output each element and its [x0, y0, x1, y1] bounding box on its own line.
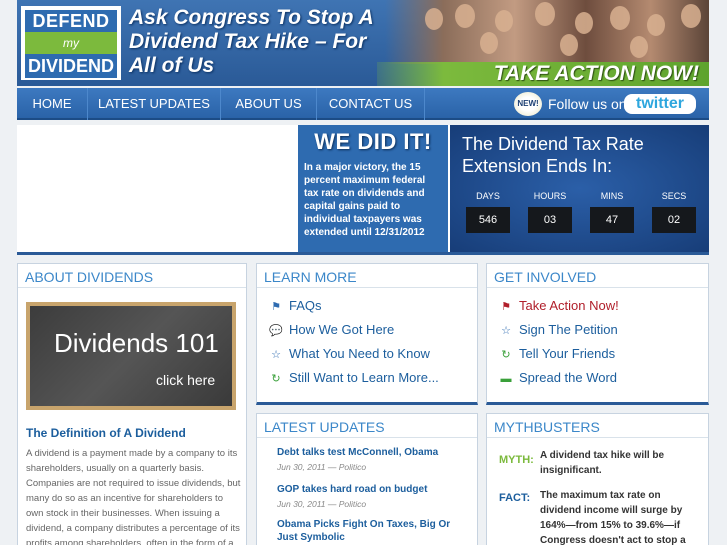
hero-banner: WE DID IT! In a major victory, the 15 pe…: [17, 125, 709, 255]
learn-more-panel: LEARN MORE ⚑ FAQs 💬 How We Got Here ☆ What …: [256, 263, 478, 405]
countdown-value-hours: 03: [528, 207, 572, 233]
learn-link-label: How We Got Here: [289, 322, 395, 337]
we-did-it-text: In a major victory, the 15 percent maxim…: [304, 162, 426, 238]
countdown-value-secs: 02: [652, 207, 696, 233]
countdown-unit-hours: HOURS: [533, 191, 567, 201]
get-involved-panel: GET INVOLVED ⚑ Take Action Now! ☆ Sign The…: [486, 263, 709, 405]
logo-text-defend: DEFEND: [25, 10, 117, 32]
star-icon: ☆: [271, 349, 281, 361]
crowd-photo: [385, 0, 709, 64]
flag-icon: ⚑: [501, 301, 511, 313]
chalkboard-title: Dividends 101: [54, 328, 219, 358]
countdown-title: The Dividend Tax Rate Extension Ends In:: [462, 134, 644, 176]
about-dividends-title: ABOUT DIVIDENDS: [18, 264, 246, 288]
chalkboard: Dividends 101 click here: [30, 306, 232, 406]
star-icon: ☆: [501, 325, 511, 337]
header-headline: Ask Congress To Stop A Dividend Tax Hike…: [129, 6, 373, 77]
site-logo[interactable]: DEFEND my DIVIDEND: [21, 6, 121, 80]
about-dividends-panel: ABOUT DIVIDENDS Dividends 101 click here…: [17, 263, 247, 545]
take-action-banner[interactable]: TAKE ACTION NOW!: [377, 62, 709, 86]
learn-link-label: What You Need to Know: [289, 346, 430, 361]
we-did-it-title: WE DID IT!: [314, 129, 432, 154]
involved-link-sign-petition[interactable]: ☆ Sign The Petition: [499, 320, 618, 340]
fact-label: FACT:: [499, 492, 531, 504]
involved-link-label: Sign The Petition: [519, 322, 618, 337]
flag-icon: ⚑: [271, 301, 281, 313]
learn-link-label: FAQs: [289, 298, 322, 313]
news-title[interactable]: Debt talks test McConnell, Obama: [277, 446, 467, 459]
news-meta: Jun 30, 2011 — Politico: [277, 462, 367, 472]
logo-text-my: my: [25, 32, 117, 54]
news-item[interactable]: Obama Picks Fight On Taxes, Big Or Just …: [277, 518, 467, 544]
dividends-101-image[interactable]: Dividends 101 click here: [26, 302, 236, 410]
countdown-box: The Dividend Tax Rate Extension Ends In:…: [450, 125, 709, 252]
myth-label: MYTH:: [499, 454, 534, 466]
page: DEFEND my DIVIDEND Ask Congress To Stop …: [0, 0, 727, 545]
site-header: DEFEND my DIVIDEND Ask Congress To Stop …: [17, 0, 709, 86]
news-title[interactable]: Obama Picks Fight On Taxes, Big Or Just …: [277, 518, 467, 544]
logo-text-dividend: DIVIDEND: [25, 54, 117, 78]
involved-link-spread-word[interactable]: ▬ Spread the Word: [499, 368, 618, 388]
involved-link-label: Take Action Now!: [519, 298, 619, 313]
news-title[interactable]: GOP takes hard road on budget: [277, 483, 467, 496]
countdown-units: DAYS HOURS MINS SECS: [466, 191, 698, 205]
learn-link-how-we-got-here[interactable]: 💬 How We Got Here: [269, 320, 394, 340]
we-did-it-box[interactable]: WE DID IT! In a major victory, the 15 pe…: [298, 125, 448, 252]
countdown-unit-mins: MINS: [600, 191, 624, 201]
involved-link-tell-friends[interactable]: ↻ Tell Your Friends: [499, 344, 615, 364]
news-item[interactable]: Debt talks test McConnell, Obama Jun 30,…: [277, 446, 467, 473]
myth-text: A dividend tax hike will be insignifican…: [540, 450, 665, 476]
refresh-icon: ↻: [271, 373, 281, 385]
fact-text: The maximum tax rate on dividend income …: [540, 490, 686, 545]
countdown-values: 546 03 47 02: [466, 207, 698, 233]
mythbusters-panel: MYTHBUSTERS MYTH: A dividend tax hike wi…: [486, 413, 709, 545]
news-item[interactable]: GOP takes hard road on budget Jun 30, 20…: [277, 483, 467, 510]
news-meta: Jun 30, 2011 — Politico: [277, 499, 367, 509]
latest-updates-panel: LATEST UPDATES Debt talks test McConnell…: [256, 413, 478, 545]
new-badge: NEW!: [514, 92, 542, 116]
get-involved-title: GET INVOLVED: [487, 264, 708, 288]
definition-title[interactable]: The Definition of A Dividend: [26, 426, 186, 440]
follow-us-text: Follow us on: [548, 96, 627, 112]
countdown-unit-days: DAYS: [476, 191, 500, 201]
speech-bubble-icon: 💬: [269, 325, 283, 337]
twitter-follow[interactable]: NEW! Follow us on twitter: [514, 91, 704, 117]
learn-more-title: LEARN MORE: [257, 264, 477, 288]
main-nav: HOME LATEST UPDATES ABOUT US CONTACT US …: [17, 88, 709, 120]
definition-text: A dividend is a payment made by a compan…: [26, 448, 241, 545]
nav-about-us[interactable]: ABOUT US: [221, 88, 317, 120]
countdown-value-mins: 47: [590, 207, 634, 233]
involved-link-label: Tell Your Friends: [519, 346, 616, 361]
landscape-icon: ▬: [500, 373, 512, 385]
learn-link-faqs[interactable]: ⚑ FAQs: [269, 296, 322, 316]
learn-link-still-want[interactable]: ↻ Still Want to Learn More...: [269, 368, 439, 388]
twitter-logo[interactable]: twitter: [624, 94, 696, 114]
nav-home[interactable]: HOME: [17, 88, 88, 120]
refresh-icon: ↻: [501, 349, 511, 361]
involved-link-take-action[interactable]: ⚑ Take Action Now!: [499, 296, 619, 316]
latest-updates-title: LATEST UPDATES: [257, 414, 477, 438]
countdown-unit-secs: SECS: [661, 191, 687, 201]
mythbusters-title: MYTHBUSTERS: [487, 414, 708, 438]
nav-contact-us[interactable]: CONTACT US: [317, 88, 425, 120]
learn-link-what-you-need[interactable]: ☆ What You Need to Know: [269, 344, 430, 364]
involved-link-label: Spread the Word: [519, 370, 618, 385]
nav-latest-updates[interactable]: LATEST UPDATES: [88, 88, 221, 120]
learn-link-label: Still Want to Learn More...: [289, 370, 439, 385]
chalkboard-click-here: click here: [156, 372, 216, 388]
countdown-value-days: 546: [466, 207, 510, 233]
